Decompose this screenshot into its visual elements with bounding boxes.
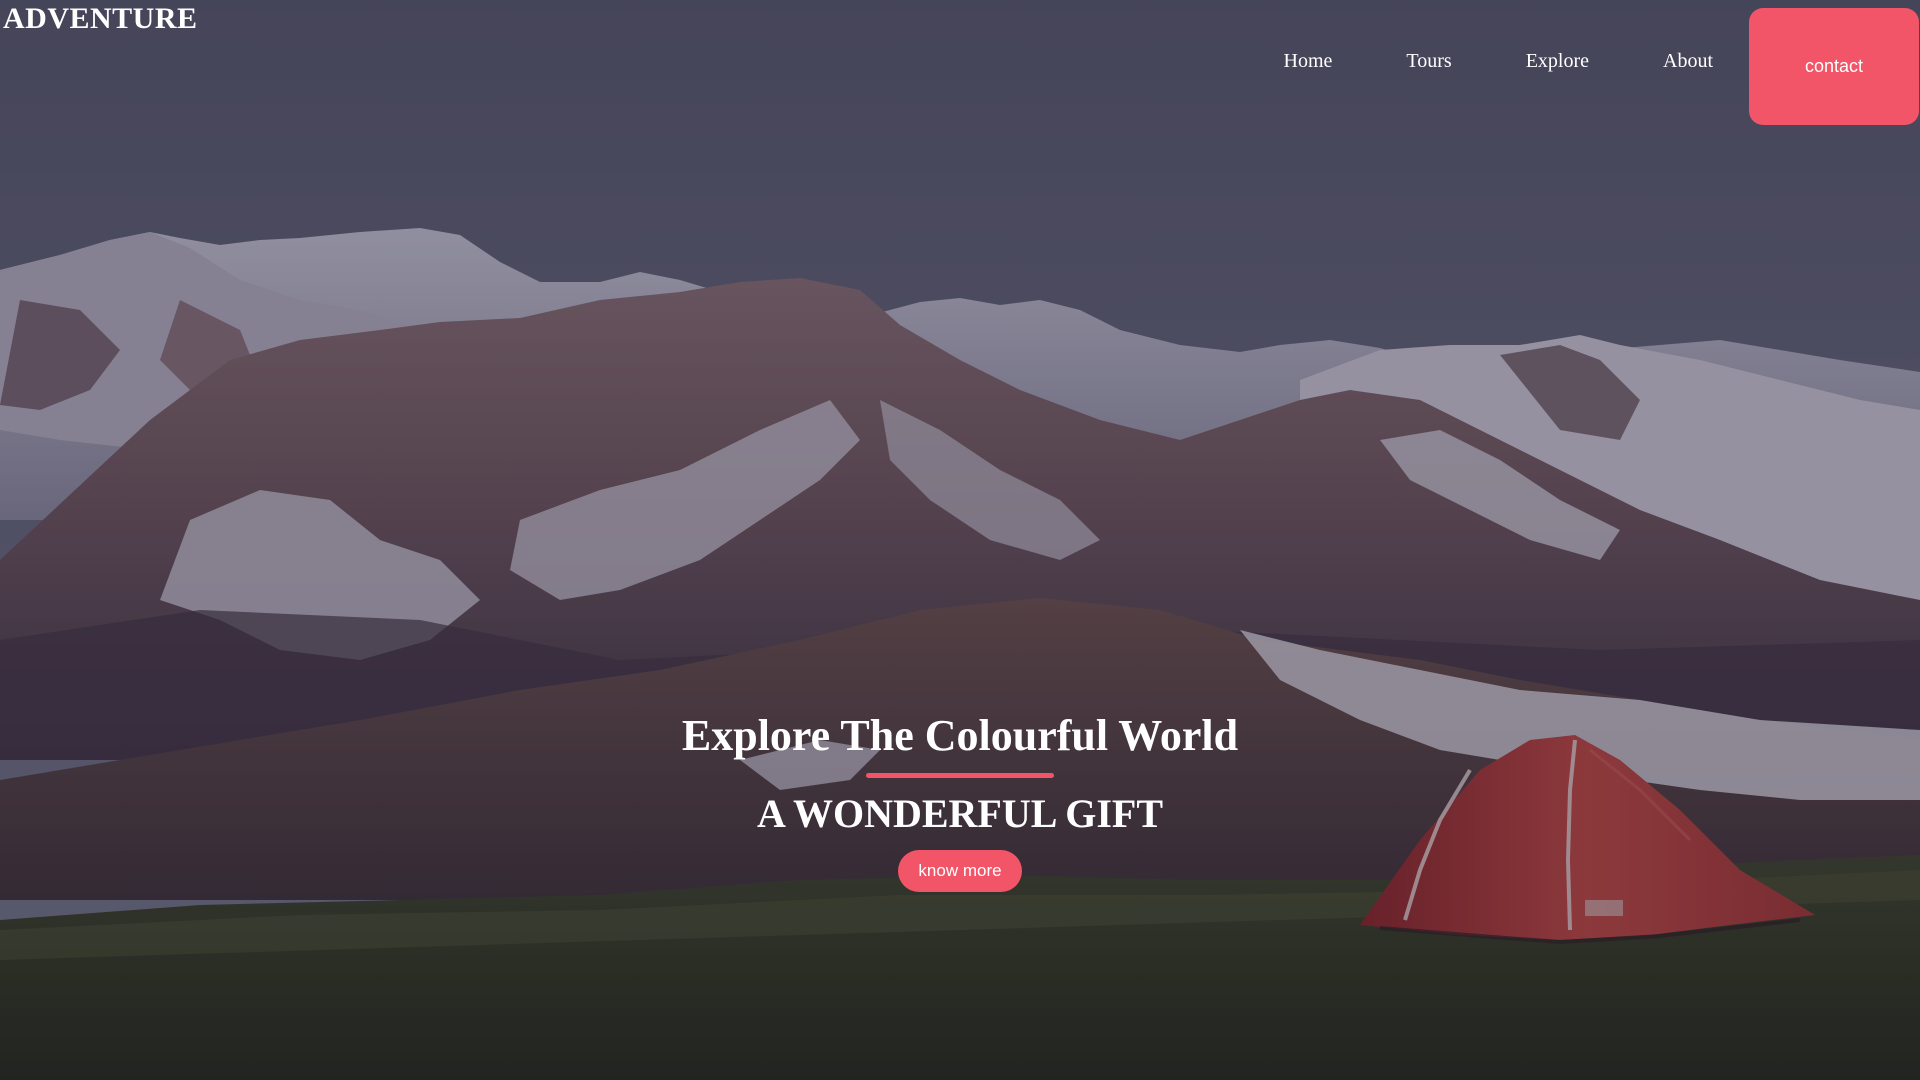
know-more-button-label: know more [918, 861, 1002, 880]
nav-link-about[interactable]: About [1663, 50, 1713, 73]
hero-title-underline [866, 773, 1054, 778]
contact-button[interactable]: contact [1749, 8, 1919, 125]
hero-title: Explore The Colourful World [681, 711, 1239, 760]
know-more-button[interactable]: know more [898, 850, 1022, 892]
hero-section: Explore The Colourful World A WONDERFUL … [0, 705, 1920, 892]
contact-button-label: contact [1804, 56, 1864, 76]
hero-background-image [0, 0, 1920, 1080]
nav-link-home[interactable]: Home [1284, 50, 1333, 73]
nav-link-tours[interactable]: Tours [1406, 50, 1451, 73]
nav-link-explore[interactable]: Explore [1526, 50, 1589, 73]
main-navigation: Home Tours Explore About contact [1284, 0, 1920, 132]
brand-logo-text[interactable]: ADVENTURE [3, 2, 198, 36]
hero-subtitle: A WONDERFUL GIFT [757, 791, 1163, 836]
landing-page: ADVENTURE Home Tours Explore About conta… [0, 0, 1920, 1080]
